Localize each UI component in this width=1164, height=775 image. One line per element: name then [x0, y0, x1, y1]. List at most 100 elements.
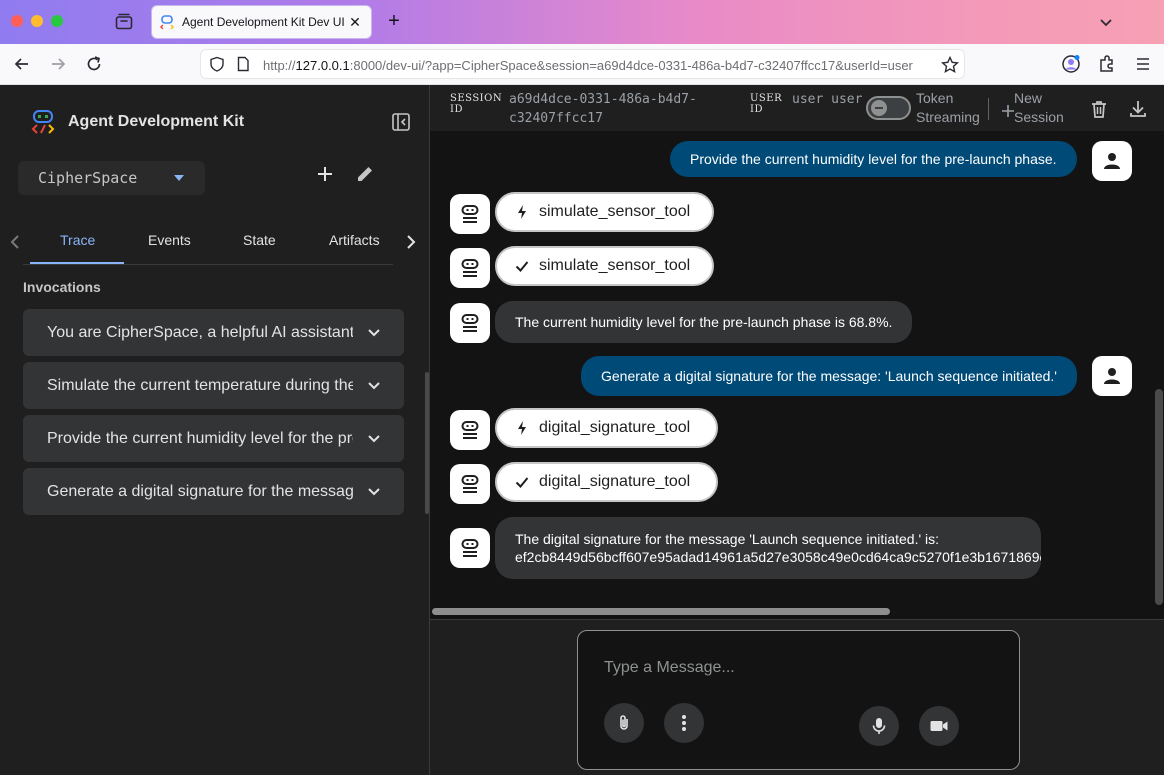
- session-id-line2: c32407ffcc17: [509, 111, 603, 126]
- new-session-label: New Session: [1014, 89, 1064, 127]
- robot-icon: [461, 205, 479, 223]
- sidebar-tabs: Trace Events State Artifacts: [0, 222, 430, 264]
- agent-message-line: ef2cb8449d56bcff607e95adad14961a5d27e305…: [515, 549, 1041, 565]
- collapse-sidebar-icon[interactable]: [391, 112, 411, 132]
- invocation-label: Provide the current humidity level for t…: [47, 430, 353, 447]
- extensions-icon[interactable]: [1097, 54, 1117, 74]
- token-label-line2: Streaming: [916, 109, 980, 125]
- url-text[interactable]: http://127.0.0.1:8000/dev-ui/?app=Cipher…: [263, 58, 935, 73]
- session-id-label-line2: ID: [450, 104, 463, 115]
- invocation-item[interactable]: Simulate the current temperature during …: [23, 362, 404, 409]
- minimize-window-button[interactable]: [31, 15, 43, 27]
- session-id-value: a69d4dce-0331-486a-b4d7- c32407ffcc17: [509, 90, 697, 128]
- message-input-area: [430, 619, 1164, 775]
- invocation-label: You are CipherSpace, a helpful AI assist…: [47, 324, 353, 341]
- tab-overview-icon[interactable]: [115, 13, 133, 30]
- tool-result-chip[interactable]: simulate_sensor_tool: [495, 246, 714, 286]
- bolt-icon: [518, 421, 526, 435]
- page-icon[interactable]: [235, 56, 251, 72]
- attach-button[interactable]: [604, 703, 644, 743]
- chevron-down-icon[interactable]: [1098, 14, 1114, 30]
- agent-message-line: The digital signature for the message 'L…: [515, 531, 940, 547]
- chat-panel: Provide the current humidity level for t…: [430, 131, 1164, 619]
- chevron-right-icon[interactable]: [403, 234, 419, 250]
- chat-horizontal-scrollbar[interactable]: [432, 608, 890, 615]
- browser-tab-title: Agent Development Kit Dev UI: [182, 15, 345, 29]
- download-icon[interactable]: [1128, 99, 1148, 119]
- token-label-line1: Token: [916, 90, 954, 106]
- pencil-icon[interactable]: [354, 163, 376, 185]
- user-id-label: USER ID: [750, 93, 782, 115]
- caret-down-icon: [174, 175, 184, 181]
- app-select-dropdown[interactable]: CipherSpace: [18, 161, 205, 195]
- shield-icon[interactable]: [209, 56, 225, 72]
- tab-trace[interactable]: Trace: [60, 232, 95, 248]
- video-button[interactable]: [919, 706, 959, 746]
- tool-result-name: simulate_sensor_tool: [539, 257, 691, 274]
- adk-favicon-icon: [160, 15, 174, 29]
- reload-icon[interactable]: [84, 54, 104, 74]
- agent-avatar: [450, 464, 490, 504]
- chat-horizontal-scrollbar-track[interactable]: [430, 605, 1158, 617]
- sidebar: Agent Development Kit CipherSpace Trace …: [0, 85, 430, 775]
- tool-result-chip[interactable]: digital_signature_tool: [495, 462, 718, 502]
- robot-icon: [461, 314, 479, 332]
- browser-tab[interactable]: Agent Development Kit Dev UI ✕: [151, 5, 372, 39]
- sidebar-scrollbar[interactable]: [425, 372, 429, 514]
- paperclip-icon: [620, 715, 628, 730]
- plus-icon[interactable]: [314, 163, 336, 185]
- robot-icon: [461, 421, 479, 439]
- trash-icon[interactable]: [1089, 99, 1109, 119]
- invocation-item[interactable]: You are CipherSpace, a helpful AI assist…: [23, 309, 404, 356]
- invocation-label: Generate a digital signature for the mes…: [47, 483, 353, 500]
- user-id-value: user user: [792, 92, 863, 107]
- agent-avatar: [450, 410, 490, 450]
- robot-icon: [461, 539, 479, 557]
- more-options-button[interactable]: [664, 703, 704, 743]
- tab-state[interactable]: State: [243, 232, 276, 248]
- chat-vertical-scrollbar[interactable]: [1155, 389, 1163, 605]
- invocation-item[interactable]: Provide the current humidity level for t…: [23, 415, 404, 462]
- session-header: SESSION ID a69d4dce-0331-486a-b4d7- c324…: [430, 85, 1164, 131]
- bolt-icon: [518, 205, 526, 219]
- chevron-left-icon[interactable]: [7, 234, 23, 250]
- back-arrow-icon[interactable]: [12, 54, 32, 74]
- user-avatar: [1092, 141, 1132, 181]
- tool-result-name: digital_signature_tool: [539, 473, 691, 490]
- address-bar[interactable]: http://127.0.0.1:8000/dev-ui/?app=Cipher…: [200, 49, 965, 79]
- close-tab-icon[interactable]: ✕: [347, 14, 363, 31]
- session-id-line1: a69d4dce-0331-486a-b4d7-: [509, 92, 697, 107]
- microphone-button[interactable]: [859, 706, 899, 746]
- app-select-value: CipherSpace: [38, 169, 138, 187]
- header-divider: [988, 98, 989, 120]
- new-session-line2: Session: [1014, 109, 1064, 125]
- user-message: Provide the current humidity level for t…: [670, 141, 1077, 177]
- new-session-line1: New: [1014, 90, 1043, 106]
- more-vert-icon: [682, 715, 686, 731]
- plus-icon: [1002, 105, 1014, 117]
- forward-arrow-icon[interactable]: [48, 54, 68, 74]
- account-icon[interactable]: [1061, 54, 1081, 74]
- star-bookmark-icon[interactable]: [941, 56, 959, 74]
- message-input-box: [577, 630, 1020, 770]
- message-input[interactable]: [604, 658, 1004, 678]
- agent-avatar: [450, 194, 490, 234]
- tool-call-chip[interactable]: digital_signature_tool: [495, 408, 718, 448]
- check-icon: [515, 477, 529, 488]
- person-icon: [1104, 368, 1120, 384]
- token-streaming-toggle[interactable]: [866, 96, 911, 120]
- robot-icon: [461, 475, 479, 493]
- hamburger-menu-icon[interactable]: [1133, 54, 1153, 74]
- toggle-knob: [871, 100, 887, 116]
- user-avatar: [1092, 356, 1132, 396]
- new-tab-button[interactable]: +: [385, 10, 403, 33]
- new-session-button[interactable]: New Session: [1000, 89, 1070, 129]
- check-icon: [515, 261, 529, 272]
- invocation-item[interactable]: Generate a digital signature for the mes…: [23, 468, 404, 515]
- close-window-button[interactable]: [11, 15, 23, 27]
- tab-events[interactable]: Events: [148, 232, 191, 248]
- tab-artifacts[interactable]: Artifacts: [329, 232, 380, 248]
- invocation-label: Simulate the current temperature during …: [47, 377, 353, 394]
- maximize-window-button[interactable]: [51, 15, 63, 27]
- tool-call-chip[interactable]: simulate_sensor_tool: [495, 192, 714, 232]
